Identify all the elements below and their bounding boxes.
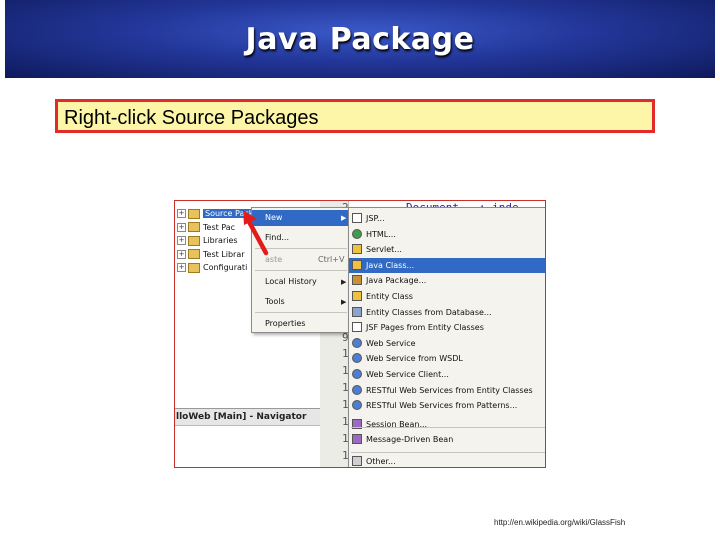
source-url[interactable]: http://en.wikipedia.org/wiki/GlassFish	[494, 518, 625, 527]
instruction-text: Right-click Source Packages	[64, 107, 319, 129]
ide-screenshot: + Source Packa + Test Pac + Libraries + Test Li…	[174, 200, 546, 468]
slide-title: Java Package	[245, 21, 475, 57]
title-banner: Java Package	[5, 0, 715, 78]
instruction-callout: Right-click Source Packages	[55, 99, 655, 133]
pointer-arrow-icon	[243, 210, 269, 256]
